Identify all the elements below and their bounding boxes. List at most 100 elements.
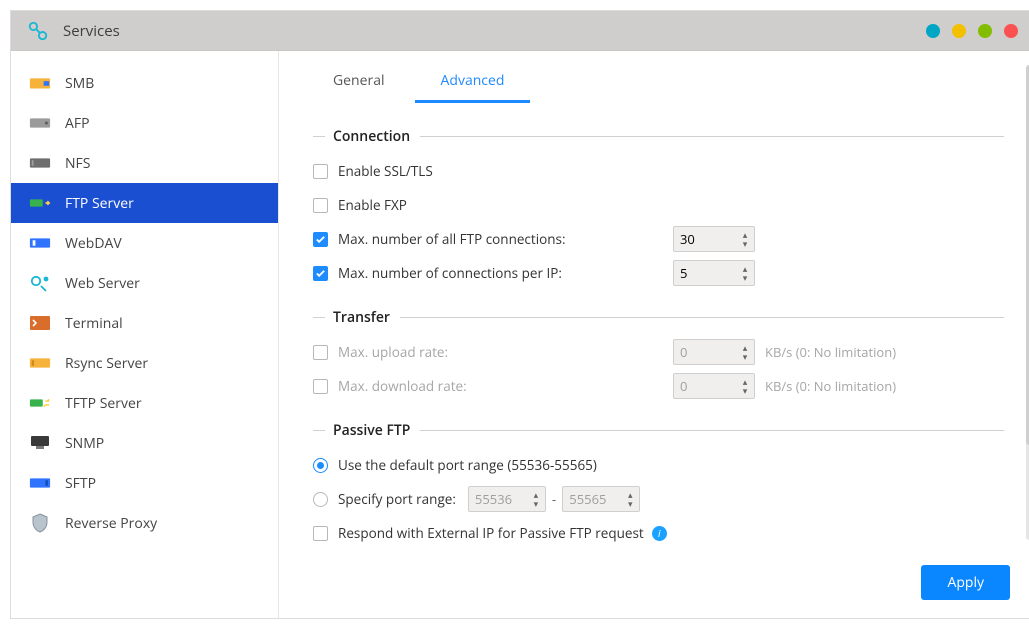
sidebar-item-rsync-server[interactable]: Rsync Server — [11, 343, 278, 383]
sidebar-item-reverse-proxy[interactable]: Reverse Proxy — [11, 503, 278, 543]
row-max-conn-per-ip: Max. number of connections per IP: ▴▾ — [313, 256, 1004, 290]
sidebar-item-label: NFS — [65, 154, 90, 173]
section-header-passive: Passive FTP — [313, 421, 1004, 440]
sidebar-item-label: SFTP — [65, 474, 96, 493]
label-max-upload: Max. upload rate: — [338, 343, 448, 361]
sidebar-item-snmp[interactable]: SNMP — [11, 423, 278, 463]
unit-max-download: KB/s (0: No limitation) — [765, 377, 896, 395]
sidebar-item-tftp-server[interactable]: TFTP Server — [11, 383, 278, 423]
checkbox-respond-external-ip[interactable] — [313, 526, 328, 541]
label-respond-external-ip: Respond with External IP for Passive FTP… — [338, 524, 644, 542]
section-title: Passive FTP — [333, 421, 410, 440]
radio-specify-port-range[interactable] — [313, 492, 328, 507]
spinner-max-upload: ▴▾ — [673, 339, 755, 365]
sidebar-item-ftp-server[interactable]: FTP Server — [11, 183, 278, 223]
label-max-download: Max. download rate: — [338, 377, 467, 395]
settings-form: Connection Enable SSL/TLS — [279, 103, 1029, 553]
window-dot-red[interactable] — [1004, 24, 1018, 38]
label-specify-port-range: Specify port range: — [338, 490, 456, 508]
row-max-upload: Max. upload rate: ▴▾ KB/s (0: No limitat… — [313, 335, 1004, 369]
window-dot-cyan[interactable] — [926, 24, 940, 38]
sidebar-item-label: Reverse Proxy — [65, 514, 157, 533]
spinner-arrows-icon: ▴▾ — [527, 487, 545, 511]
spinner-arrows-icon[interactable]: ▴▾ — [736, 227, 754, 251]
shield-icon — [29, 514, 51, 532]
row-respond-external-ip: Respond with External IP for Passive FTP… — [313, 516, 1004, 550]
sidebar-item-label: SNMP — [65, 434, 104, 453]
input-max-ftp-connections[interactable] — [674, 227, 736, 251]
main-panel: General Advanced Connection — [279, 51, 1029, 618]
row-max-ftp-connections: Max. number of all FTP connections: ▴▾ — [313, 222, 1004, 256]
tab-advanced[interactable]: Advanced — [415, 65, 531, 103]
sidebar-item-terminal[interactable]: Terminal — [11, 303, 278, 343]
label-max-ftp-connections: Max. number of all FTP connections: — [338, 230, 566, 248]
section-passive-ftp: Passive FTP Use the default port range (… — [313, 421, 1004, 553]
label-enable-ssl: Enable SSL/TLS — [338, 162, 433, 180]
checkbox-enable-fxp[interactable] — [313, 198, 328, 213]
spinner-arrows-icon: ▴▾ — [736, 374, 754, 398]
sidebar-item-label: Web Server — [65, 274, 140, 293]
row-use-default-port: Use the default port range (55536-55565) — [313, 448, 1004, 482]
sidebar-item-afp[interactable]: AFP — [11, 103, 278, 143]
checkbox-max-download[interactable] — [313, 379, 328, 394]
sidebar-item-nfs[interactable]: NFS — [11, 143, 278, 183]
sftp-icon — [29, 474, 51, 492]
apply-button[interactable]: Apply — [921, 565, 1010, 600]
spinner-max-download: ▴▾ — [673, 373, 755, 399]
spinner-arrows-icon[interactable]: ▴▾ — [736, 261, 754, 285]
sidebar-item-sftp[interactable]: SFTP — [11, 463, 278, 503]
spinner-arrows-icon: ▴▾ — [736, 340, 754, 364]
app-window: Services SMB — [10, 10, 1029, 619]
section-transfer: Transfer Max. upload rate: — [313, 308, 1004, 403]
spinner-max-conn-per-ip[interactable]: ▴▾ — [673, 260, 755, 286]
checkbox-max-ftp-connections[interactable] — [313, 232, 328, 247]
section-connection: Connection Enable SSL/TLS — [313, 127, 1004, 290]
row-specify-port: Specify port range: ▴▾ - ▴▾ — [313, 482, 1004, 516]
spinner-max-ftp-connections[interactable]: ▴▾ — [673, 226, 755, 252]
label-enable-fxp: Enable FXP — [338, 196, 407, 214]
row-enable-ssl: Enable SSL/TLS — [313, 154, 1004, 188]
window-dot-yellow[interactable] — [952, 24, 966, 38]
input-max-conn-per-ip[interactable] — [674, 261, 736, 285]
radio-default-port-range[interactable] — [313, 458, 328, 473]
info-icon[interactable]: i — [652, 526, 667, 541]
row-enable-fxp: Enable FXP — [313, 188, 1004, 222]
input-max-upload — [674, 340, 736, 364]
checkbox-max-conn-per-ip[interactable] — [313, 266, 328, 281]
folder-share-icon — [29, 74, 51, 92]
window-dot-green[interactable] — [978, 24, 992, 38]
rsync-icon — [29, 354, 51, 372]
sidebar-item-web-server[interactable]: Web Server — [11, 263, 278, 303]
sidebar-item-label: TFTP Server — [65, 394, 142, 413]
unit-max-upload: KB/s (0: No limitation) — [765, 343, 896, 361]
tab-general[interactable]: General — [307, 65, 411, 103]
drive-gray-icon — [29, 114, 51, 132]
sidebar-item-webdav[interactable]: WebDAV — [11, 223, 278, 263]
section-title: Connection — [333, 127, 410, 146]
sidebar-item-label: Terminal — [65, 314, 123, 333]
sidebar-item-smb[interactable]: SMB — [11, 63, 278, 103]
input-port-to — [563, 487, 621, 511]
drive-dark-icon — [29, 154, 51, 172]
spinner-port-to: ▴▾ — [562, 486, 640, 512]
input-port-from — [469, 487, 527, 511]
tftp-icon — [29, 394, 51, 412]
terminal-icon — [29, 314, 51, 332]
section-title: Transfer — [333, 308, 390, 327]
input-max-download — [674, 374, 736, 398]
sidebar-item-label: FTP Server — [65, 194, 134, 213]
spinner-arrows-icon: ▴▾ — [621, 487, 639, 511]
window-title: Services — [63, 21, 120, 41]
services-app-icon — [25, 18, 51, 44]
label-max-conn-per-ip: Max. number of connections per IP: — [338, 264, 562, 282]
content-scrollarea: Connection Enable SSL/TLS — [279, 103, 1029, 553]
section-header-connection: Connection — [313, 127, 1004, 146]
port-range-separator: - — [552, 490, 556, 508]
checkbox-enable-ssl[interactable] — [313, 164, 328, 179]
window-dots — [926, 24, 1018, 38]
sidebar-item-label: SMB — [65, 74, 94, 93]
sidebar-item-label: AFP — [65, 114, 90, 133]
sidebar-item-label: Rsync Server — [65, 354, 148, 373]
checkbox-max-upload[interactable] — [313, 345, 328, 360]
tabs: General Advanced — [279, 51, 1029, 103]
